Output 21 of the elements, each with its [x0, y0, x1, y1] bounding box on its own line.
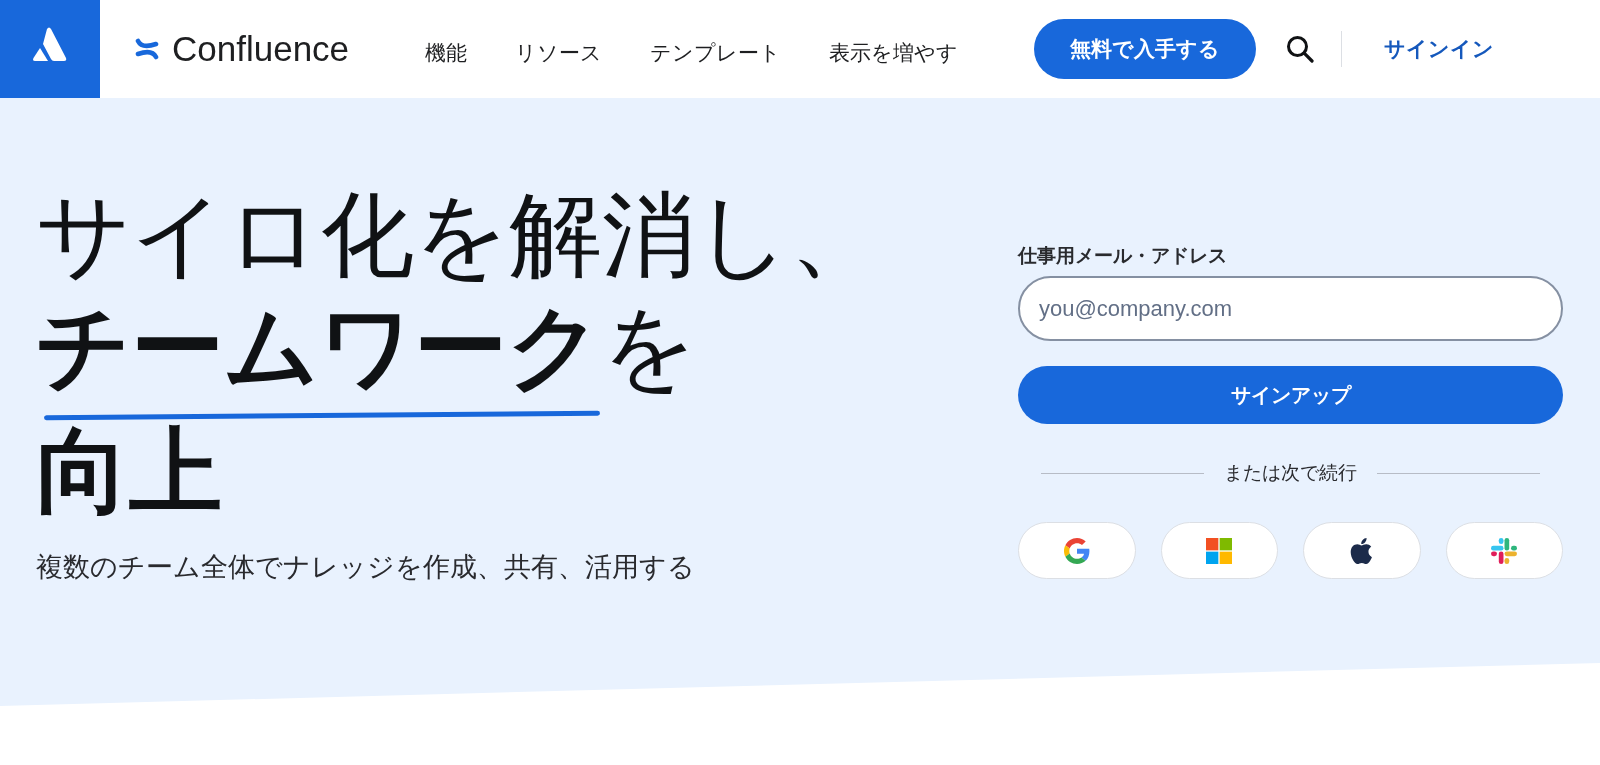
- four-squares-icon: [1206, 537, 1233, 564]
- hero-headline: サイロ化を解消し、 チームワークを 向上: [36, 182, 883, 525]
- wave-logo-icon[interactable]: [135, 36, 159, 62]
- email-input-field[interactable]: you@company.com: [1018, 276, 1563, 341]
- nav-link[interactable]: 表示を増やす: [829, 31, 959, 67]
- g-logo-icon: [1063, 537, 1090, 564]
- nav-link[interactable]: テンプレート: [650, 31, 782, 67]
- hero-subtitle: 複数のチーム全体でナレッジを作成、共有、活用する: [36, 551, 696, 584]
- divider-text: または次で続行: [1224, 461, 1357, 485]
- get-free-button[interactable]: 無料で入手する: [1034, 19, 1257, 79]
- search-icon[interactable]: [1286, 35, 1315, 63]
- social-login-button[interactable]: [1303, 522, 1421, 579]
- hash-logo-icon: [1491, 537, 1518, 564]
- nav-link[interactable]: リソース: [515, 31, 603, 67]
- logo-icon[interactable]: [0, 0, 100, 98]
- email-label: 仕事用メール・アドレス: [1018, 244, 1228, 268]
- product-name[interactable]: Confluence: [172, 29, 350, 69]
- sign-up-button[interactable]: サインアップ: [1018, 366, 1563, 424]
- sign-in-link[interactable]: サインイン: [1384, 35, 1495, 63]
- nav-link[interactable]: 機能: [425, 31, 468, 67]
- apple-icon: [1348, 537, 1375, 564]
